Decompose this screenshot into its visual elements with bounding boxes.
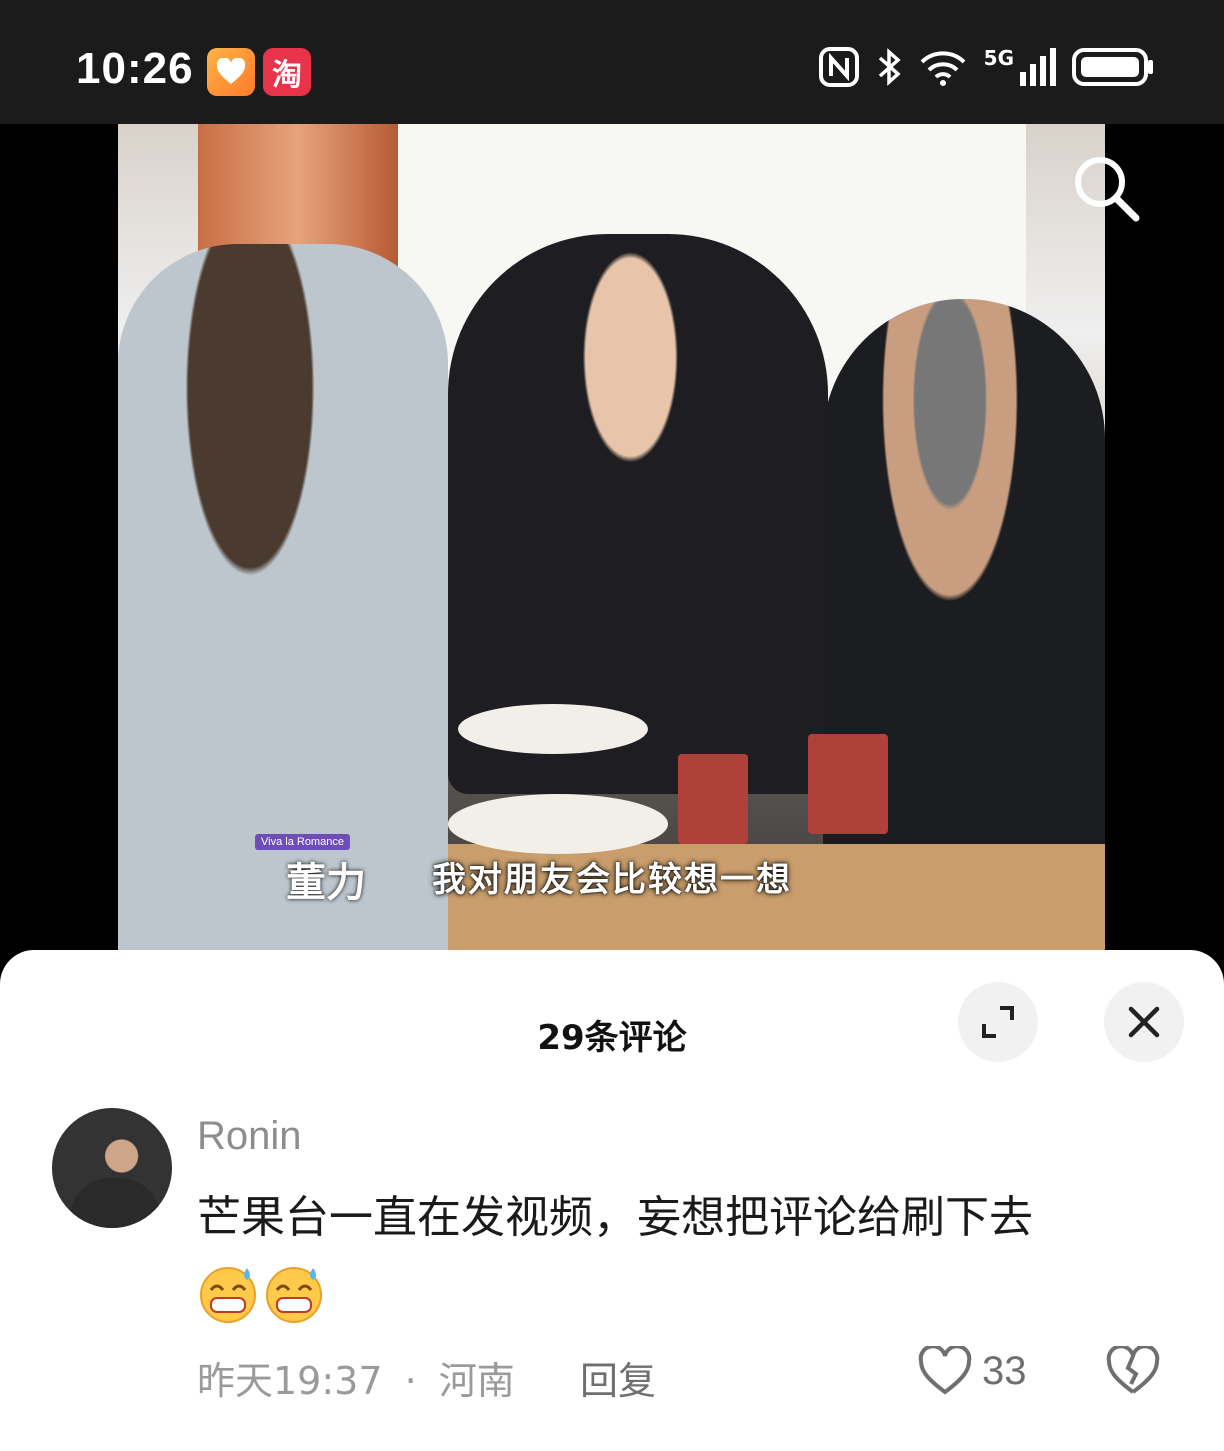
status-bar: 10:26 淘 5G [0, 0, 1224, 124]
video-plate [458, 704, 648, 754]
comment-time: 昨天19:37 [197, 1359, 383, 1403]
video-cup [678, 754, 748, 844]
avatar[interactable] [52, 1108, 172, 1228]
search-icon [1075, 157, 1140, 222]
comment-meta: 昨天19:37 · 河南 [197, 1350, 515, 1405]
grinning-sweat-emoji-icon [200, 1267, 256, 1323]
broken-heart-icon [1106, 1344, 1160, 1394]
bluetooth-icon [878, 48, 901, 86]
video-plate [448, 794, 668, 854]
battery-icon [1072, 48, 1153, 86]
heart-app-icon [207, 48, 255, 96]
video-cup [808, 734, 888, 834]
comment-text: 芒果台一直在发视频，妄想把评论给刷下去 [197, 1192, 1033, 1243]
status-icons: 5G [818, 46, 1154, 88]
close-button[interactable] [1104, 982, 1184, 1062]
reply-button[interactable]: 回复 [580, 1350, 656, 1405]
search-button[interactable] [1068, 150, 1144, 226]
comments-sheet: 29条评论 Ronin 芒果台一直在发视频，妄想把评论给刷下去 昨天19:37 … [0, 950, 1224, 1451]
network-type-label: 5G [983, 46, 1014, 70]
like-button[interactable]: 33 [918, 1346, 1027, 1396]
comment-emojis [197, 1262, 325, 1324]
expand-button[interactable] [958, 982, 1038, 1062]
comments-count-title: 29条评论 [537, 1018, 687, 1058]
signal-icon [1020, 48, 1056, 86]
expand-icon [982, 1006, 1014, 1038]
video-subtitle: 我对朋友会比较想一想 [432, 860, 792, 900]
status-time: 10:26 [76, 44, 194, 93]
taobao-icon: 淘 [263, 48, 311, 96]
comment-author[interactable]: Ronin [197, 1114, 302, 1159]
name-tag-caption: Viva la Romance [255, 834, 350, 850]
nfc-icon [818, 47, 859, 87]
wifi-icon [920, 51, 966, 86]
video-player[interactable] [118, 124, 1105, 954]
close-icon [1128, 1006, 1160, 1038]
heart-icon [918, 1346, 972, 1395]
meta-separator: · [404, 1359, 417, 1403]
dislike-button[interactable] [1106, 1344, 1160, 1400]
comment-location: 河南 [438, 1359, 515, 1403]
like-count: 33 [982, 1348, 1027, 1393]
grinning-sweat-emoji-icon [266, 1267, 322, 1323]
